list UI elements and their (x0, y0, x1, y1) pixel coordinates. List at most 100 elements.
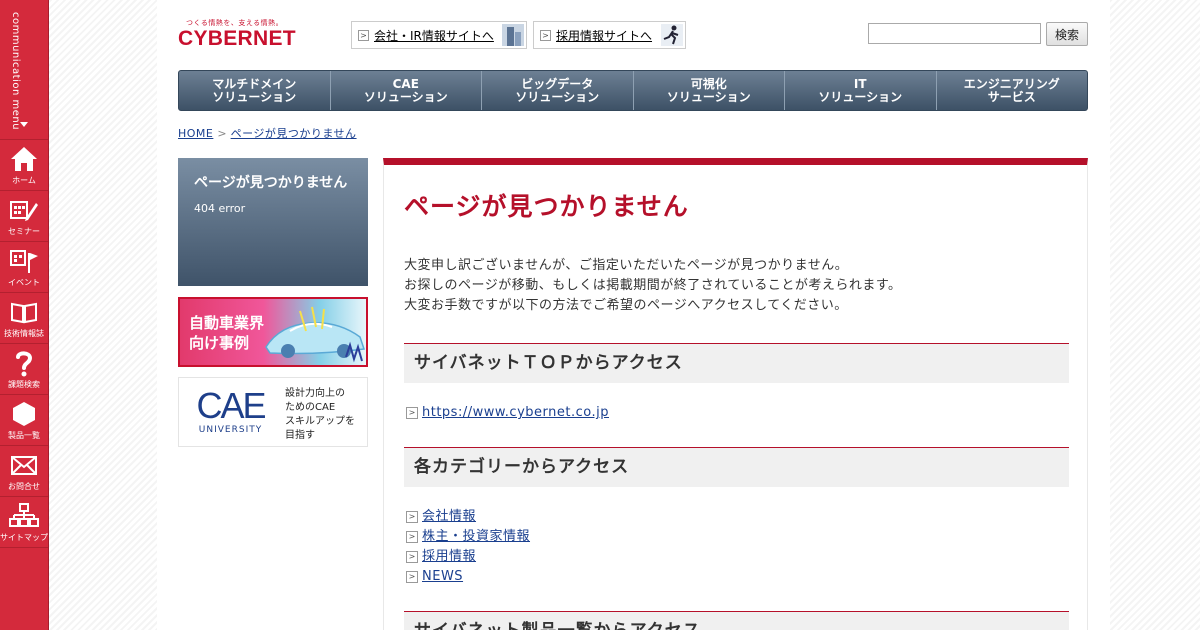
calendar-pen-icon (10, 201, 38, 221)
logo-name: CYBERNET (178, 27, 296, 50)
ir-site-link[interactable]: > 会社・IR情報サイトへ (351, 21, 527, 49)
list-item: > NEWS (406, 567, 530, 587)
cae-university-banner[interactable]: CAE UNIVERSITY 設計力向上の ためのCAE スキルアップを 目指す (178, 377, 368, 447)
gnav-multidomain[interactable]: マルチドメイン ソリューション (179, 71, 331, 110)
list-item: > 会社情報 (406, 507, 530, 527)
cae-logo-subtext: UNIVERSITY (198, 425, 263, 435)
gnav-engineering[interactable]: エンジニアリング サービス (937, 71, 1088, 110)
gnav-bigdata[interactable]: ビッグデータ ソリューション (482, 71, 634, 110)
list-item: > 株主・投資家情報 (406, 527, 530, 547)
intro-line: お探しのページが移動、もしくは掲載期間が終了されていることが考えられます。 (404, 278, 902, 293)
sidebar-item-label: イベント (8, 278, 40, 287)
sidebar-item-seminar[interactable]: セミナー (0, 191, 48, 242)
gnav-cae[interactable]: CAE ソリューション (331, 71, 482, 110)
cae-desc-line: ためのCAE (285, 402, 336, 413)
chevron-right-icon: > (406, 571, 418, 583)
sidebar-item-issue-search[interactable]: 課題検索 (0, 344, 48, 395)
cae-banner-description: 設計力向上の ためのCAE スキルアップを 目指す (285, 387, 355, 443)
gnav-line2: サービス (987, 89, 1036, 104)
breadcrumb-separator: > (217, 127, 227, 140)
intro-line: 大変申し訳ございませんが、ご指定いただいたページが見つかりません。 (404, 258, 849, 273)
sidebar-item-label: お問合せ (8, 482, 40, 491)
sidebar-item-home[interactable]: ホーム (0, 140, 48, 191)
breadcrumb: HOME > ページが見つかりません (178, 125, 357, 141)
cae-desc-line: 設計力向上の (285, 388, 345, 399)
chevron-right-icon: > (406, 531, 418, 543)
car-visualization-icon (265, 306, 365, 363)
recruit-site-link[interactable]: > 採用情報サイトへ (533, 21, 686, 49)
gnav-line2: ソリューション (363, 89, 448, 104)
sidebar-item-label: 技術情報誌 (4, 329, 44, 338)
section-heading-category: 各カテゴリーからアクセス (404, 447, 1069, 487)
hexagon-icon (13, 402, 35, 426)
content-area: ページが見つかりません 大変申し訳ございませんが、ご指定いただいたページが見つか… (383, 158, 1088, 630)
top-link-list: > https://www.cybernet.co.jp (406, 403, 609, 423)
news-link[interactable]: NEWS (422, 567, 463, 587)
sidebar-item-magazine[interactable]: 技術情報誌 (0, 293, 48, 344)
home-icon (11, 147, 37, 171)
gnav-line1: CAE (392, 76, 419, 91)
gnav-line2: ソリューション (666, 89, 751, 104)
gnav-line1: ビッグデータ (521, 76, 594, 91)
list-item: > 採用情報 (406, 547, 530, 567)
communication-menu-label: communication menu (10, 12, 21, 131)
breadcrumb-home-link[interactable]: HOME (178, 127, 213, 140)
company-info-link[interactable]: 会社情報 (422, 507, 476, 527)
sidebar-item-label: 製品一覧 (8, 431, 40, 440)
ir-site-link-label: 会社・IR情報サイトへ (374, 28, 494, 43)
banner-auto-line2: 向け事例 (189, 334, 250, 352)
page-box-subtitle: 404 error (194, 202, 246, 215)
intro-line: 大変お手数ですが以下の方法でご希望のページへアクセスしてください。 (404, 298, 848, 313)
recruit-site-link-label: 採用情報サイトへ (556, 28, 653, 43)
category-link-list: > 会社情報 > 株主・投資家情報 > 採用情報 > NEWS (406, 507, 530, 587)
gnav-visualization[interactable]: 可視化 ソリューション (634, 71, 785, 110)
chevron-right-icon: > (406, 407, 418, 419)
recruit-info-link[interactable]: 採用情報 (422, 547, 476, 567)
runner-icon (661, 24, 683, 46)
page-title: ページが見つかりません (404, 192, 689, 221)
mail-icon (11, 456, 37, 475)
building-icon (502, 24, 524, 46)
gnav-line2: ソリューション (515, 89, 600, 104)
investor-info-link[interactable]: 株主・投資家情報 (422, 527, 530, 547)
cybernet-top-link[interactable]: https://www.cybernet.co.jp (422, 403, 609, 423)
banner-auto-line1: 自動車業界 (189, 314, 265, 332)
sidebar-item-sitemap[interactable]: サイトマップ (0, 497, 48, 548)
cae-desc-line: スキルアップを (285, 416, 355, 427)
communication-menu-sidebar: communication menu ホーム セミナー イベント 技術情報誌 課… (0, 0, 49, 630)
section-heading-products: サイバネット製品一覧からアクセス (404, 611, 1069, 630)
sidebar-item-event[interactable]: イベント (0, 242, 48, 293)
chevron-right-icon: > (406, 511, 418, 523)
intro-text: 大変申し訳ございませんが、ご指定いただいたページが見つかりません。 お探しのペー… (404, 256, 902, 316)
automotive-case-banner[interactable]: 自動車業界 向け事例 (178, 297, 368, 367)
cae-logo-text: CAE (196, 385, 266, 426)
gnav-line1: IT (853, 76, 867, 91)
list-item: > https://www.cybernet.co.jp (406, 403, 609, 423)
sidebar-item-contact[interactable]: お問合せ (0, 446, 48, 497)
search-button[interactable]: 検索 (1046, 22, 1088, 46)
page-title-box: ページが見つかりません 404 error (178, 158, 368, 286)
cybernet-logo[interactable]: つくる情熱を、支える情熱。 CYBERNET (178, 18, 303, 54)
section-heading-top: サイバネットＴＯＰからアクセス (404, 343, 1069, 383)
page-box-title: ページが見つかりません (194, 175, 348, 191)
sidebar-item-label: 課題検索 (8, 380, 40, 389)
sidebar-item-products[interactable]: 製品一覧 (0, 395, 48, 446)
gnav-line2: ソリューション (212, 89, 297, 104)
sidebar-item-label: サイトマップ (0, 533, 48, 542)
gnav-line1: エンジニアリング (963, 76, 1060, 91)
breadcrumb-current-link[interactable]: ページが見つかりません (231, 127, 357, 140)
gnav-it[interactable]: IT ソリューション (785, 71, 937, 110)
gnav-line1: マルチドメイン (212, 76, 297, 91)
search-input[interactable] (868, 23, 1041, 44)
communication-menu-toggle[interactable]: communication menu (0, 0, 48, 140)
sitemap-icon (9, 503, 39, 527)
question-icon (16, 351, 33, 377)
cae-university-logo: CAE UNIVERSITY (193, 385, 268, 436)
book-icon (11, 302, 37, 324)
gnav-line1: 可視化 (690, 76, 727, 91)
triangle-down-icon (20, 122, 28, 127)
sidebar-item-label: セミナー (8, 227, 40, 236)
sidebar-item-label: ホーム (12, 176, 36, 185)
calendar-flag-icon (10, 250, 38, 273)
global-navigation: マルチドメイン ソリューション CAE ソリューション ビッグデータ ソリューシ… (178, 70, 1088, 111)
